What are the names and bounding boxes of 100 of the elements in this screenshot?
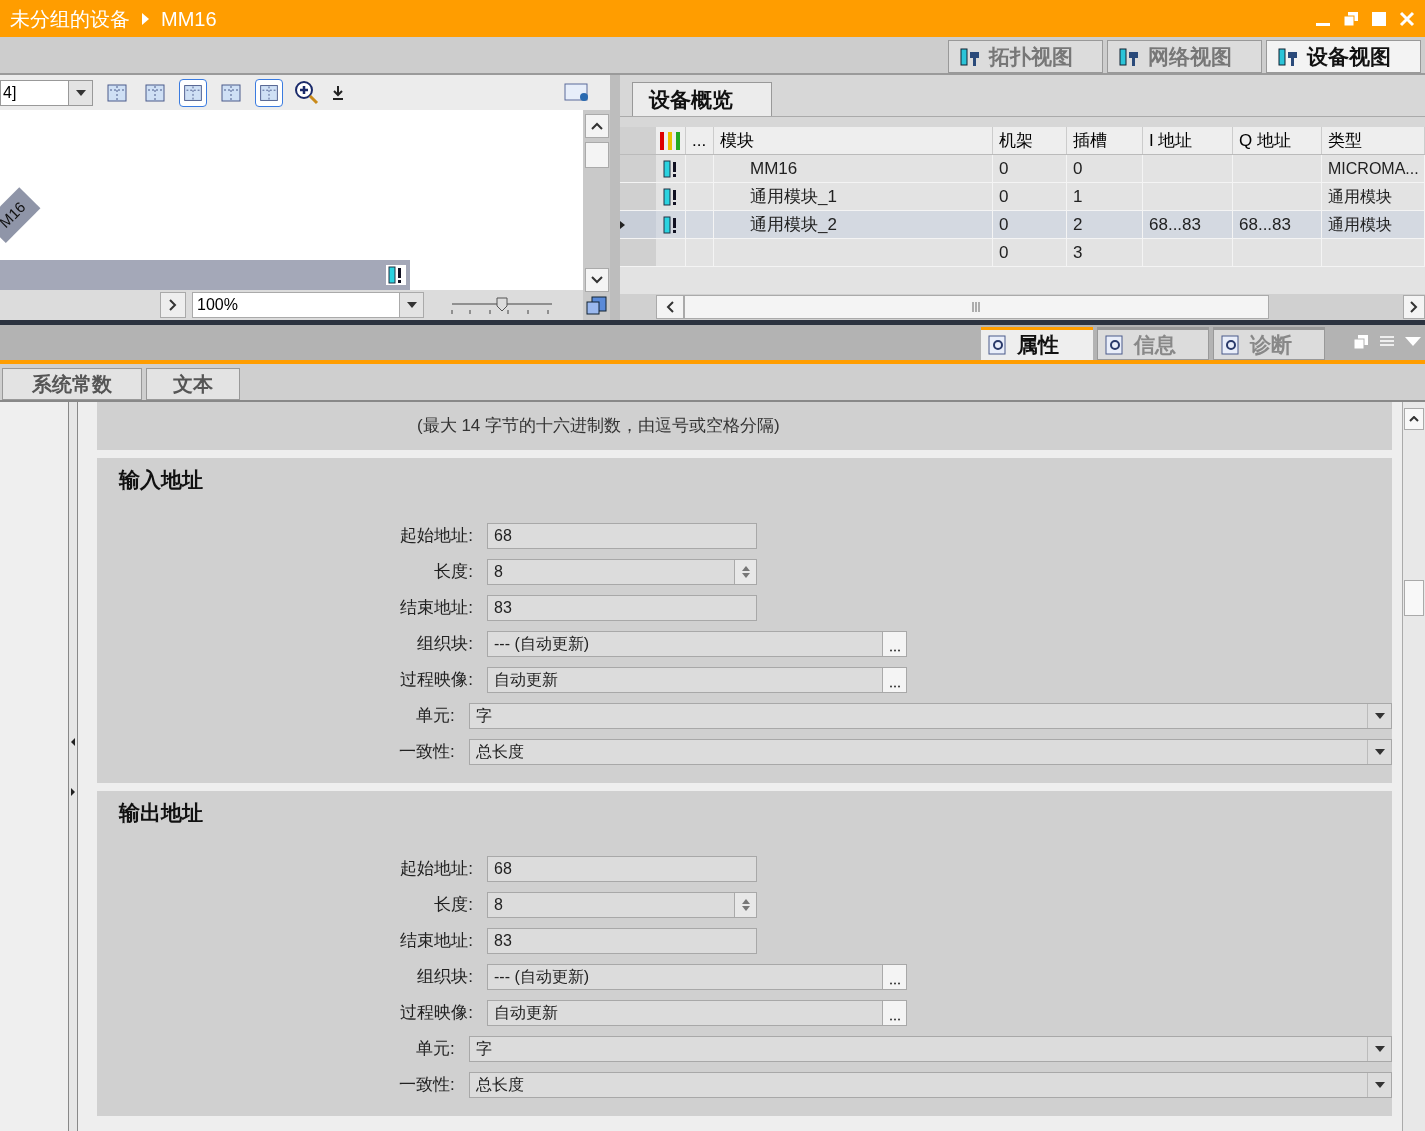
chevron-up-icon (1409, 416, 1419, 422)
scroll-up-button[interactable] (584, 114, 609, 138)
view-icon (1277, 45, 1299, 68)
inspector-tab[interactable]: 属性 (981, 327, 1093, 360)
table-cell: MICROMA... (1322, 155, 1425, 182)
restore-icon[interactable] (1343, 10, 1359, 27)
ellipsis-icon (888, 1018, 901, 1021)
field-value: 自动更新 (493, 1003, 559, 1023)
table-row[interactable]: 通用模块_2 0 2 68...83 68...83 通用模块 (620, 211, 1425, 239)
input-field[interactable]: 83 (487, 595, 757, 621)
section-title: 输入地址 (117, 467, 204, 493)
field-value: 自动更新 (493, 670, 559, 690)
table-cell: 0 (993, 211, 1067, 238)
table-cell: 0 (993, 155, 1067, 182)
field-label: 长度: (433, 894, 474, 917)
scroll-up-button[interactable] (1404, 408, 1424, 430)
field-label: 单元: (415, 1038, 456, 1061)
list-icon[interactable] (1379, 335, 1395, 349)
input-field[interactable]: 8 (487, 892, 757, 918)
table-cell: 通用模块 (1322, 211, 1425, 238)
field-label: 结束地址: (399, 930, 474, 953)
browse-button[interactable] (882, 632, 906, 656)
table-cell: 1 (1067, 183, 1143, 210)
table-header-cell: Q 地址 (1233, 127, 1322, 154)
section-tab[interactable]: 系统常数 (2, 368, 142, 400)
scroll-thumb[interactable] (584, 142, 609, 168)
table-cell: 0 (1067, 155, 1143, 182)
input-field[interactable]: 83 (487, 928, 757, 954)
spin-buttons[interactable] (734, 893, 756, 917)
field-label: 起始地址: (399, 525, 474, 548)
field-value: 字 (474, 706, 493, 726)
table-cell: MM16 (714, 155, 993, 182)
tab-icon (1104, 333, 1126, 356)
row-header[interactable] (620, 211, 656, 238)
collapse-icon[interactable] (1405, 337, 1421, 347)
table-cell: 通用模块 (1322, 183, 1425, 210)
table-header-cell: ... (686, 127, 714, 154)
scroll-right-button[interactable] (160, 292, 186, 318)
input-field[interactable]: 8 (487, 559, 757, 585)
chevron-right-icon (1410, 301, 1418, 313)
download-icon[interactable] (331, 84, 345, 101)
scroll-down-button[interactable] (584, 268, 609, 292)
caret-down-icon (1374, 1046, 1385, 1052)
zoom-value: 100% (196, 295, 239, 315)
input-field[interactable]: 68 (487, 856, 757, 882)
browse-button[interactable] (882, 1001, 906, 1025)
caret-down-icon (406, 302, 417, 308)
input-field[interactable]: 自动更新 (487, 667, 907, 693)
input-field[interactable]: --- (自动更新) (487, 631, 907, 657)
browse-button[interactable] (882, 668, 906, 692)
input-field[interactable]: 自动更新 (487, 1000, 907, 1026)
table-row[interactable]: MM16 0 0 MICROMA... (620, 155, 1425, 183)
table-cell: 3 (1067, 239, 1143, 266)
tab-icon (987, 334, 1009, 356)
scroll-thumb[interactable] (1404, 580, 1424, 616)
table-cell: 2 (1067, 211, 1143, 238)
caret-down-icon (1374, 713, 1385, 719)
close-icon[interactable] (1399, 10, 1415, 27)
dropdown-field[interactable]: 总长度 (468, 1072, 1392, 1098)
caret-down-icon (1374, 749, 1385, 755)
section-tab[interactable]: 文本 (146, 368, 240, 400)
table-cell: 68...83 (1143, 211, 1233, 238)
table-row[interactable]: 0 3 (620, 239, 1425, 267)
collapse-left-icon[interactable] (69, 736, 77, 747)
field-label: 结束地址: (399, 597, 474, 620)
module-warning-icon (662, 159, 679, 178)
chevron-right-icon (169, 299, 177, 311)
chevron-down-icon (590, 276, 603, 284)
zoom-dropdown[interactable]: 100% (192, 292, 424, 318)
input-field[interactable]: 68 (487, 523, 757, 549)
scroll-thumb[interactable] (684, 295, 1269, 319)
zoom-slider-thumb[interactable] (496, 297, 508, 312)
dropdown-field[interactable]: 字 (468, 1036, 1392, 1062)
dropdown-field[interactable]: 总长度 (468, 739, 1392, 765)
module-warning-icon (662, 187, 679, 206)
caret-down-icon (1374, 1082, 1385, 1088)
table-row[interactable]: 通用模块_1 0 1 通用模块 (620, 183, 1425, 211)
field-label: 长度: (433, 561, 474, 584)
input-field[interactable]: --- (自动更新) (487, 964, 907, 990)
overview-tab[interactable]: 设备概览 (632, 82, 772, 116)
ellipsis-icon (888, 982, 901, 985)
dropdown-field[interactable]: 字 (468, 703, 1392, 729)
spin-buttons[interactable] (734, 560, 756, 584)
view-tab[interactable]: 设备视图 (1266, 40, 1421, 73)
maximize-icon[interactable] (1371, 10, 1387, 27)
scroll-left-button[interactable] (656, 295, 684, 319)
device-dropdown[interactable]: 4] (0, 79, 93, 106)
float-window-icon[interactable] (1353, 334, 1369, 350)
zoom-slider-track[interactable] (451, 303, 553, 315)
breadcrumb-arrow-icon (142, 12, 149, 25)
browse-button[interactable] (882, 965, 906, 989)
field-value: 字 (474, 1039, 493, 1059)
expand-right-icon[interactable] (69, 786, 77, 797)
section-title: 输出地址 (117, 800, 204, 826)
field-label: 组织块: (416, 633, 474, 656)
grip-icon (971, 302, 982, 312)
field-label: 组织块: (416, 966, 474, 989)
scroll-right-button[interactable] (1403, 295, 1425, 319)
overview-icon[interactable] (585, 296, 608, 316)
zoom-in-icon[interactable] (293, 78, 321, 107)
